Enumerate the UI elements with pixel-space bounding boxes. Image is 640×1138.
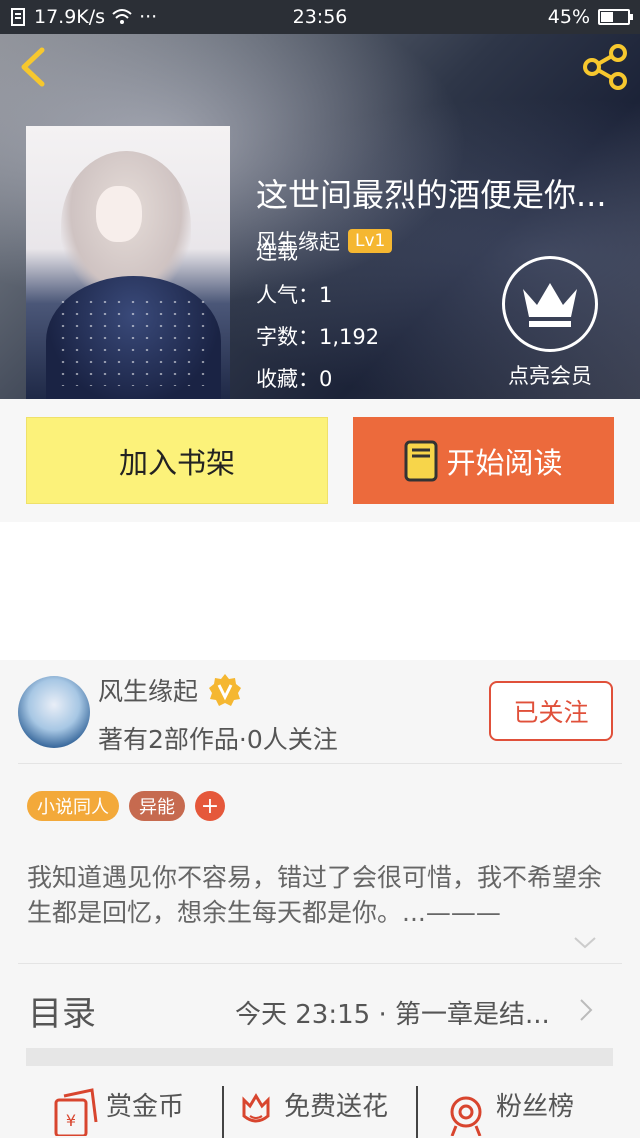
separator — [222, 1086, 224, 1138]
vip-button[interactable]: 点亮会员 — [500, 256, 600, 390]
wifi-icon — [112, 9, 132, 24]
book-cover[interactable] — [26, 126, 230, 399]
book-description[interactable]: 我知道遇见你不容易，错过了会很可惜，我不希望余生都是回忆，想余生每天都是你。..… — [27, 860, 617, 930]
medal-icon — [450, 1096, 482, 1136]
share-icon[interactable] — [580, 44, 630, 90]
vip-label: 点亮会员 — [508, 364, 592, 388]
fans-ranking-button[interactable]: 粉丝榜 — [444, 1086, 574, 1136]
table-of-contents-row[interactable]: 目录 今天 23:15 · 第一章是结... — [0, 964, 640, 1044]
battery-percent: 45% — [547, 6, 590, 28]
section-divider — [26, 1048, 613, 1066]
crown-icon — [523, 283, 577, 327]
start-reading-button[interactable]: 开始阅读 — [353, 417, 614, 504]
svg-text:¥: ¥ — [66, 1111, 76, 1130]
reward-button[interactable]: ¥ 赏金币 — [52, 1086, 184, 1136]
tag-item[interactable]: 异能 — [129, 791, 185, 821]
flower-icon — [242, 1093, 270, 1123]
add-to-shelf-label: 加入书架 — [118, 445, 235, 480]
book-info-section: 风生缘起 著有2部作品·0人关注 已关注 小说同人 异能 + 我知道遇见你不容易… — [0, 660, 640, 1138]
action-bar: 加入书架 开始阅读 — [0, 399, 640, 522]
red-envelope-icon: ¥ — [54, 1088, 98, 1136]
favorites-count: 收藏：0 — [256, 367, 333, 391]
status-bar: 17.9K/s ··· 23:56 45% — [0, 0, 640, 34]
book-icon — [404, 440, 438, 481]
book-header: 这世间最烈的酒便是你... 风生缘起 Lv1 连载 人气：1 字数：1,192 … — [0, 34, 640, 399]
verified-badge-icon — [209, 674, 242, 706]
avatar[interactable] — [18, 676, 90, 748]
follow-label: 已关注 — [513, 698, 589, 727]
tag-list: 小说同人 异能 + — [27, 791, 225, 821]
fans-ranking-label: 粉丝榜 — [496, 1092, 575, 1122]
level-badge: Lv1 — [348, 229, 393, 253]
book-title: 这世间最烈的酒便是你... — [256, 176, 607, 214]
more-dots: ··· — [139, 6, 158, 28]
chevron-right-icon — [580, 999, 593, 1021]
book-status: 连载 — [256, 240, 298, 264]
latest-chapter: 今天 23:15 · 第一章是结... — [235, 1000, 550, 1030]
reward-label: 赏金币 — [106, 1092, 185, 1122]
free-flower-button[interactable]: 免费送花 — [236, 1086, 388, 1136]
back-arrow-icon[interactable] — [14, 44, 54, 90]
add-to-shelf-button[interactable]: 加入书架 — [26, 417, 328, 504]
author-works-info: 著有2部作品·0人关注 — [98, 725, 338, 754]
battery-icon — [598, 9, 633, 25]
tag-item[interactable]: 小说同人 — [27, 791, 119, 821]
popularity: 人气：1 — [256, 283, 333, 307]
data-usage-icon — [11, 8, 25, 26]
separator — [416, 1086, 418, 1138]
start-reading-label: 开始阅读 — [446, 445, 563, 480]
clock: 23:56 — [292, 6, 348, 28]
follow-button[interactable]: 已关注 — [489, 681, 613, 741]
free-flower-label: 免费送花 — [284, 1092, 389, 1122]
toc-label: 目录 — [28, 994, 96, 1034]
word-count: 字数：1,192 — [256, 325, 380, 349]
author-name[interactable]: 风生缘起 — [98, 672, 198, 708]
net-speed: 17.9K/s — [34, 6, 106, 28]
divider — [18, 763, 622, 764]
add-tag-button[interactable]: + — [195, 791, 225, 821]
chevron-down-icon[interactable] — [572, 934, 598, 952]
bottom-actions: ¥ 赏金币 免费送花 粉丝榜 — [0, 1086, 640, 1138]
